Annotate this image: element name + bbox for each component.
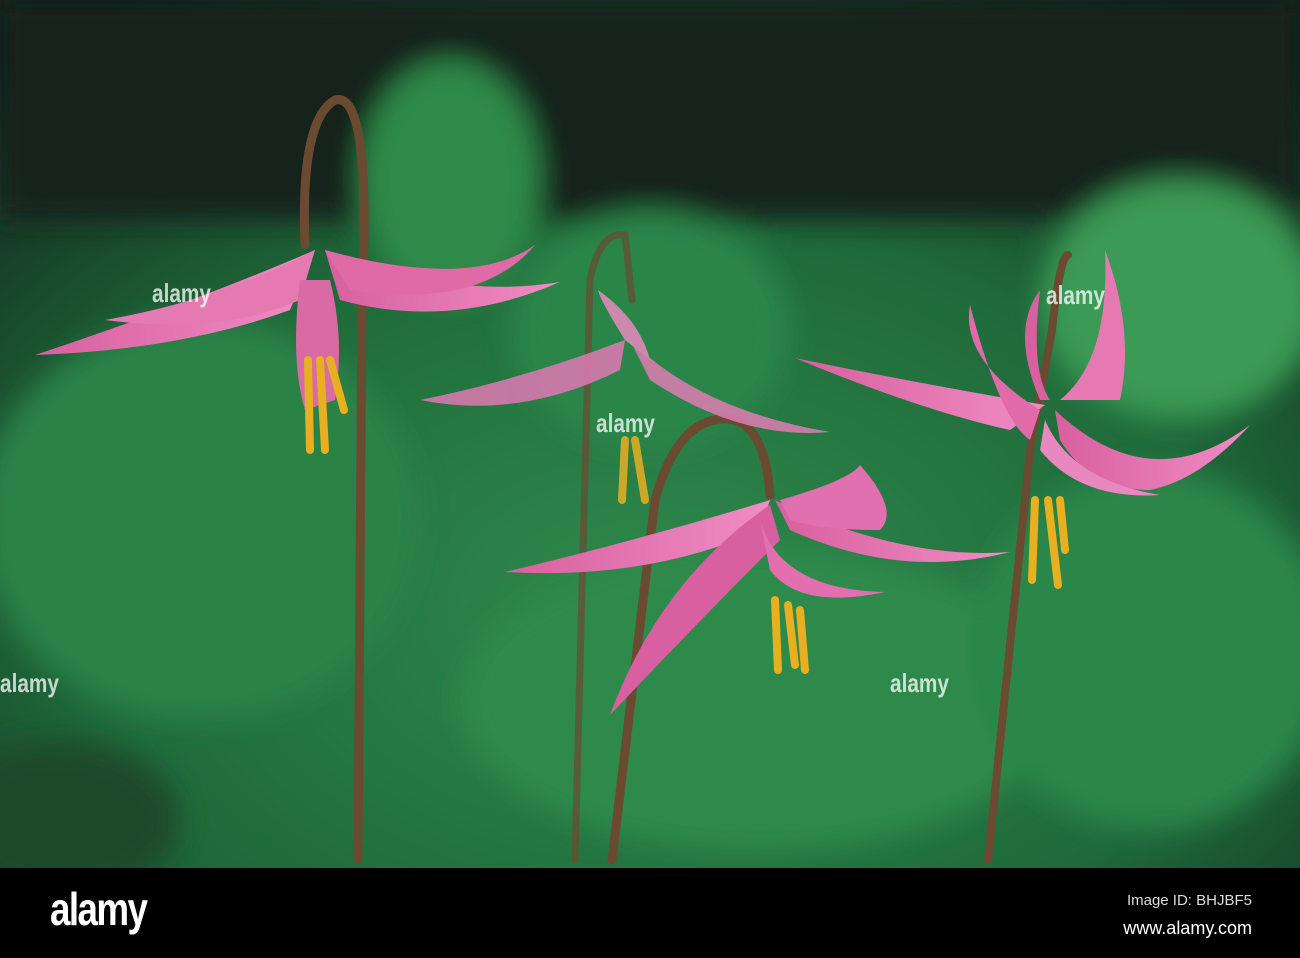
image-id: Image ID: BHJBF5 [1126, 892, 1252, 909]
watermark: alamy [0, 668, 59, 698]
site-url: www.alamy.com [1123, 918, 1252, 938]
watermark: alamy [152, 278, 211, 308]
watermark: alamy [890, 668, 949, 698]
watermark: alamy [596, 408, 655, 438]
footer-bar: alamy Image ID: BHJBF5 www.alamy.com [0, 868, 1300, 958]
stock-photo: alamy alamy alamy alamy alamy alamy Imag… [0, 0, 1300, 958]
alamy-logo: alamy [50, 883, 148, 935]
watermark: alamy [1046, 280, 1105, 310]
